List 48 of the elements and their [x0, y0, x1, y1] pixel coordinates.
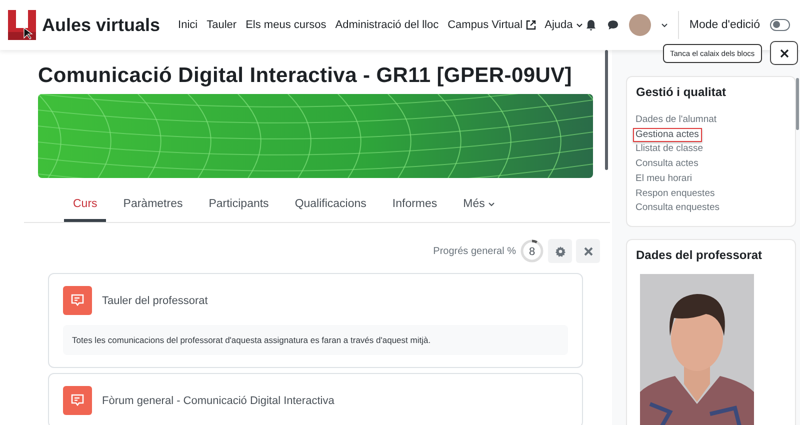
block-link[interactable]: El meu horari	[632, 172, 695, 187]
progress-label: Progrés general %	[433, 246, 516, 256]
block-link[interactable]: Consulta actes	[632, 157, 702, 172]
course-tab[interactable]: Qualificacions	[286, 190, 376, 222]
settings-icon	[554, 246, 566, 256]
edit-mode-toggle[interactable]	[770, 19, 790, 31]
scrollbar[interactable]	[605, 50, 608, 170]
external-link-icon	[526, 20, 536, 30]
close-icon	[780, 48, 788, 58]
chat-icon[interactable]	[607, 19, 620, 31]
block-title: Dades del professorat	[636, 248, 764, 262]
progress-value: 8	[528, 246, 536, 258]
course-tab[interactable]: Participants	[200, 190, 278, 222]
block-link[interactable]: Gestiona actes	[632, 128, 702, 142]
activity-title[interactable]: Tauler del professorat	[102, 294, 208, 306]
nav-link[interactable]: Tauler	[206, 19, 237, 31]
nav-link[interactable]: Ajuda	[544, 19, 583, 31]
scrollbar[interactable]	[796, 78, 799, 130]
forum-icon[interactable]	[63, 286, 92, 315]
block-link[interactable]: Llistat de classe	[632, 142, 706, 158]
course-tab[interactable]: Paràmetres	[114, 190, 192, 222]
block-link[interactable]: Dades de l'alumnat	[632, 113, 720, 128]
edit-mode-label: Mode d'edició	[689, 19, 760, 31]
close-icon	[584, 246, 592, 256]
settings-button[interactable]	[548, 239, 572, 263]
forum-icon[interactable]	[63, 386, 92, 415]
course-tab[interactable]: Més	[454, 190, 504, 222]
site-name[interactable]: Aules virtuals	[42, 14, 160, 36]
close-button[interactable]	[576, 239, 600, 263]
nav-link[interactable]: Administració del lloc	[335, 19, 439, 31]
activity-title[interactable]: Fòrum general - Comunicació Digital Interactiva	[102, 394, 334, 406]
course-title: Comunicació Digital Interactiva - GR11 [GPER-09UV]	[38, 64, 573, 88]
nav-link[interactable]: Inici	[178, 19, 198, 31]
block-link[interactable]: Consulta enquestes	[632, 201, 722, 216]
nav-link[interactable]: Els meus cursos	[246, 19, 326, 31]
user-avatar[interactable]	[629, 14, 652, 36]
block-link[interactable]: Respon enquestes	[632, 186, 718, 202]
bell-icon[interactable]	[585, 19, 598, 31]
nav-link[interactable]: Campus Virtual	[448, 19, 536, 31]
block-title: Gestió i qualitat	[636, 85, 728, 99]
activity-description: Totes les comunicacions del professorat d'aquesta assignatura es faran a través d'aquest mitjà.	[63, 325, 568, 355]
caret-icon	[488, 202, 495, 206]
caret-icon	[576, 22, 583, 28]
course-tab[interactable]: Informes	[383, 190, 446, 222]
close-drawer-button[interactable]	[770, 41, 798, 65]
course-tab[interactable]: Curs	[64, 190, 106, 222]
logo-icon[interactable]	[8, 10, 36, 40]
caret-icon[interactable]	[661, 22, 668, 28]
